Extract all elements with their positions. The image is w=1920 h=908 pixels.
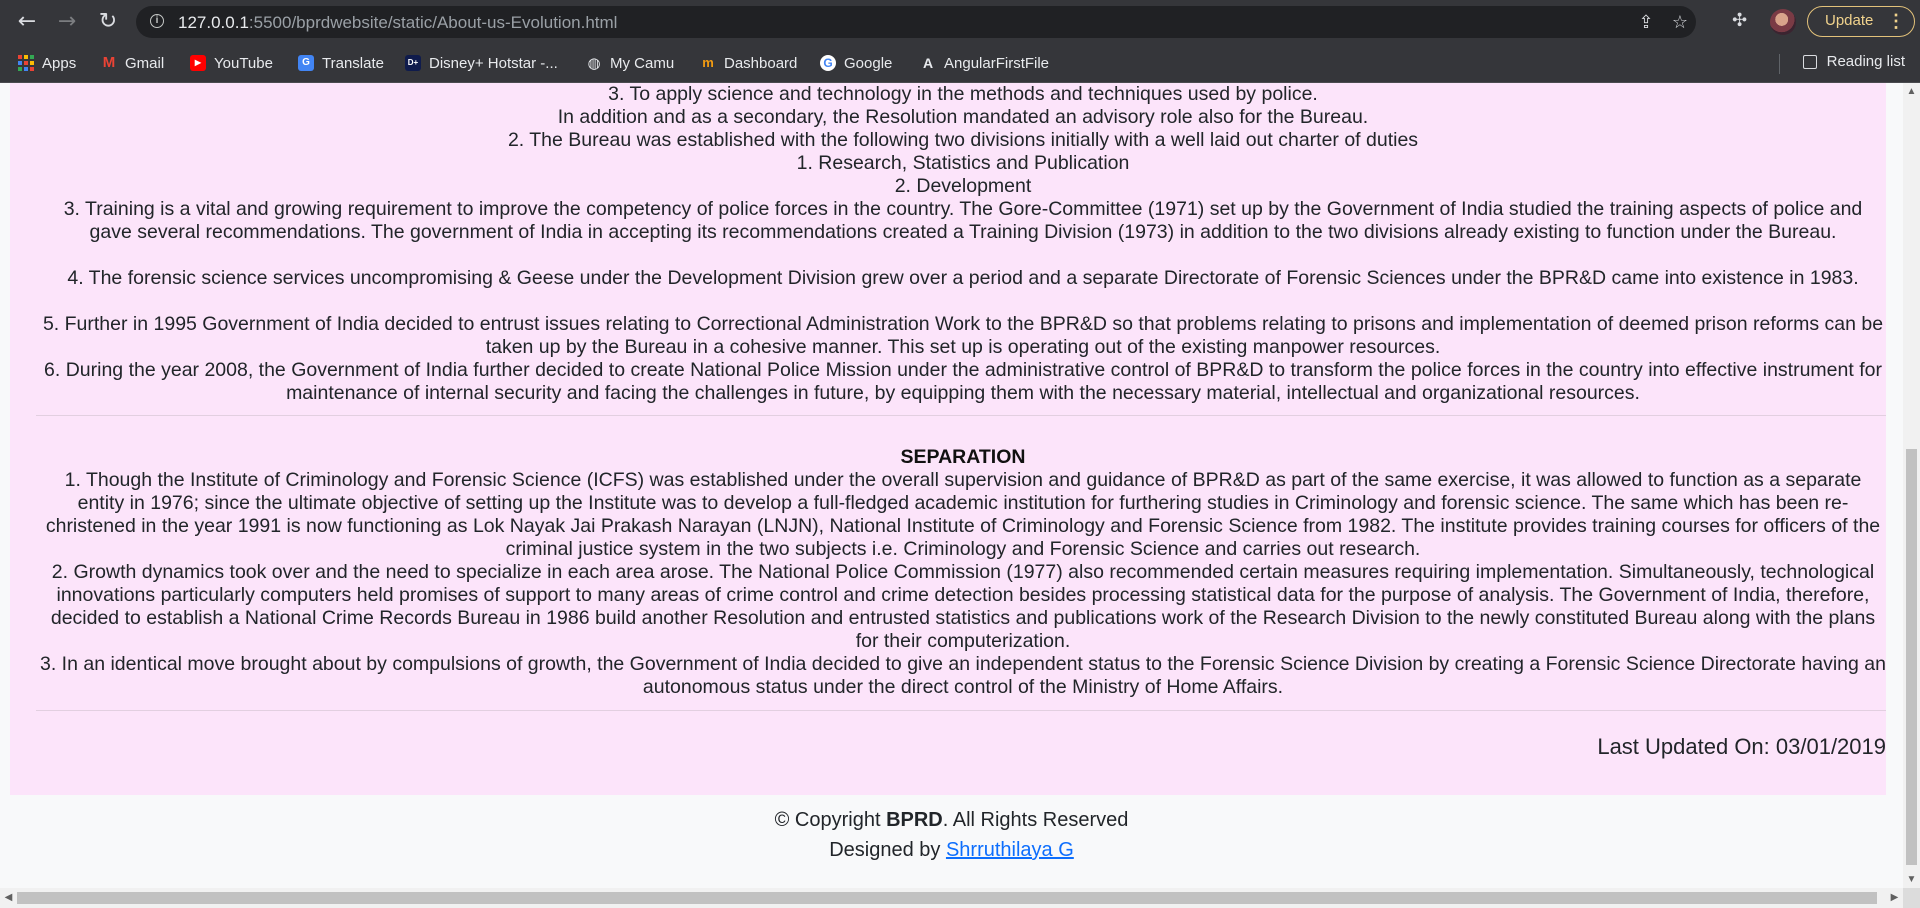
evolution-content: 3. To apply science and technology in th…: [10, 83, 1886, 795]
browser-toolbar: ← → ↻ i 127.0.0.1:5500/bprdwebsite/stati…: [0, 0, 1920, 44]
bookmark-youtube[interactable]: ▶ YouTube: [190, 53, 273, 73]
separation-paragraph: 2. Growth dynamics took over and the nee…: [50, 561, 1876, 652]
vertical-scrollbar[interactable]: ▲ ▼: [1903, 83, 1920, 888]
bookmark-gmail[interactable]: M Gmail: [101, 53, 164, 73]
evolution-line: 1. Research, Statistics and Publication: [796, 152, 1130, 174]
scroll-left-arrow-icon[interactable]: ◀: [0, 888, 17, 908]
site-info-icon[interactable]: i: [150, 14, 164, 28]
hotstar-icon: D+: [405, 55, 421, 71]
page-viewport: 3. To apply science and technology in th…: [0, 83, 1903, 888]
separation-paragraph: 3. In an identical move brought about by…: [40, 653, 1886, 698]
evolution-line: 2. The Bureau was established with the f…: [507, 129, 1419, 151]
profile-avatar[interactable]: [1770, 9, 1796, 35]
bookmark-my-camu[interactable]: ◍ My Camu: [586, 53, 674, 73]
horizontal-scroll-thumb[interactable]: [17, 892, 1877, 904]
reading-list-icon: [1802, 54, 1817, 69]
bookmark-hotstar[interactable]: D+ Disney+ Hotstar -...: [405, 53, 558, 73]
bookmark-angular[interactable]: A AngularFirstFile: [920, 53, 1049, 73]
designer-link[interactable]: Shrruthilaya G: [946, 839, 1074, 861]
reading-list-button[interactable]: Reading list: [1802, 53, 1905, 70]
share-icon[interactable]: ⇪: [1636, 13, 1656, 33]
evolution-paragraph: 5. Further in 1995 Government of India d…: [42, 313, 1884, 358]
scrollbar-corner: [1903, 888, 1920, 908]
evolution-paragraph: 4. The forensic science services uncompr…: [67, 267, 1859, 289]
translate-icon: G: [298, 55, 314, 71]
extensions-puzzle-icon[interactable]: ✣: [1732, 11, 1752, 31]
section-divider: [36, 710, 1886, 711]
angular-icon: A: [922, 55, 934, 71]
address-bar[interactable]: i 127.0.0.1:5500/bprdwebsite/static/Abou…: [136, 6, 1696, 38]
update-button[interactable]: Update ⋮: [1807, 6, 1915, 37]
evolution-paragraph: 3. Training is a vital and growing requi…: [63, 198, 1863, 243]
bookmark-star-icon[interactable]: ☆: [1670, 13, 1690, 33]
dashboard-icon: m: [702, 55, 714, 70]
bookmark-translate[interactable]: G Translate: [298, 53, 384, 73]
vertical-scroll-thumb[interactable]: [1906, 449, 1917, 865]
scroll-down-arrow-icon[interactable]: ▼: [1903, 871, 1920, 888]
bookmark-google[interactable]: G Google: [820, 53, 892, 73]
evolution-line: 2. Development: [894, 175, 1032, 197]
youtube-icon: ▶: [190, 55, 206, 71]
back-icon[interactable]: ←: [13, 8, 41, 36]
google-icon: G: [820, 55, 836, 71]
separation-heading: SEPARATION: [900, 446, 1026, 468]
reload-icon[interactable]: ↻: [94, 8, 122, 36]
last-updated-text: Last Updated On: 03/01/2019: [1597, 734, 1886, 759]
evolution-line: 3. To apply science and technology in th…: [608, 83, 1318, 105]
evolution-line: In addition and as a secondary, the Reso…: [557, 106, 1369, 128]
apps-grid-icon: [18, 55, 34, 71]
section-divider: [36, 415, 1886, 416]
designed-by-line: Designed by Shrruthilaya G: [829, 839, 1074, 861]
gmail-icon: M: [102, 54, 116, 71]
horizontal-scrollbar[interactable]: ◀ ▶: [0, 888, 1903, 908]
scroll-right-arrow-icon[interactable]: ▶: [1886, 888, 1903, 908]
forward-icon[interactable]: →: [53, 8, 81, 36]
bookmark-dashboard[interactable]: m Dashboard: [700, 53, 797, 73]
evolution-paragraph: 6. During the year 2008, the Government …: [44, 359, 1882, 404]
url-text[interactable]: 127.0.0.1:5500/bprdwebsite/static/About-…: [178, 13, 617, 33]
copyright-line: © Copyright BPRD. All Rights Reserved: [774, 809, 1129, 831]
bookmark-apps[interactable]: Apps: [18, 53, 76, 73]
page-footer: © Copyright BPRD. All Rights Reserved De…: [0, 805, 1903, 865]
bookmarks-divider: [1779, 54, 1780, 74]
separation-paragraph: 1. Though the Institute of Criminology a…: [45, 469, 1881, 560]
scroll-up-arrow-icon[interactable]: ▲: [1903, 83, 1920, 100]
globe-icon: ◍: [587, 54, 601, 72]
menu-dots-icon[interactable]: ⋮: [1887, 7, 1905, 35]
brand-name: BPRD: [886, 809, 943, 831]
bookmarks-bar: Apps M Gmail ▶ YouTube G Translate D+ Di…: [0, 44, 1920, 83]
